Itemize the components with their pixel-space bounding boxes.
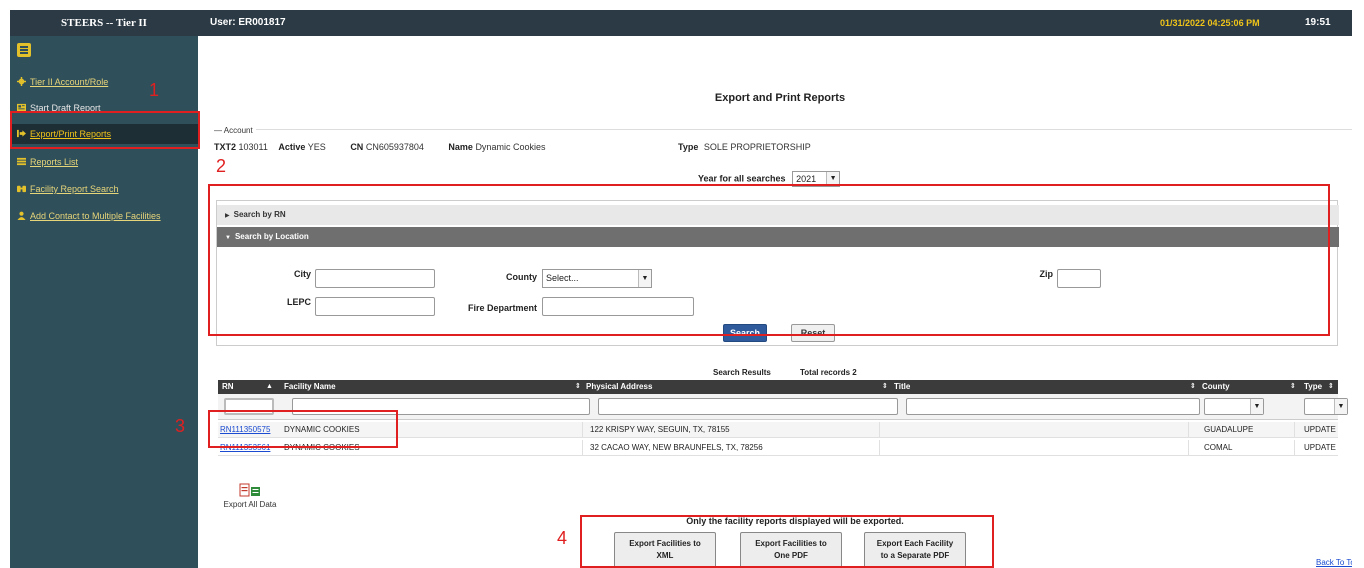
grid-header: RN ▲ Facility Name ⇕ Physical Address ⇕ … — [218, 380, 1338, 394]
annotation-number-3: 3 — [175, 416, 186, 436]
title-filter-input[interactable] — [906, 398, 1200, 415]
sidebar-item-label: Tier II Account/Role — [30, 77, 109, 87]
name-label: Name — [448, 142, 473, 152]
export-all-data-button[interactable]: Export All Data — [220, 483, 280, 509]
col-title[interactable]: Title — [894, 380, 910, 394]
sidebar-item-label: Reports List — [30, 157, 79, 167]
sort-icon[interactable]: ⇕ — [1328, 380, 1334, 394]
sidebar-item-facility-search[interactable]: Facility Report Search — [10, 179, 198, 199]
physical-address: 122 KRISPY WAY, SEGUIN, TX, 78155 — [590, 425, 730, 434]
binoculars-icon — [17, 185, 26, 193]
col-facility-name[interactable]: Facility Name — [284, 380, 336, 394]
chevron-down-icon: ▼ — [1250, 399, 1263, 414]
address-filter-input[interactable] — [598, 398, 898, 415]
current-user: User: ER001817 — [210, 17, 286, 28]
type: UPDATE — [1304, 425, 1336, 434]
county: GUADALUPE — [1204, 425, 1254, 434]
active-label: Active — [278, 142, 306, 152]
account-divider — [214, 129, 1352, 130]
physical-address: 32 CACAO WAY, NEW BRAUNFELS, TX, 78256 — [590, 443, 763, 452]
cn-label: CN — [350, 142, 364, 152]
session-timer: 19:51 — [1305, 17, 1331, 28]
cn-value: CN605937804 — [365, 142, 424, 152]
app-title: STEERS -- Tier II — [61, 17, 147, 29]
export-data-icon — [239, 483, 260, 497]
list-icon — [17, 157, 26, 166]
account-type: Type SOLE PROPRIETORSHIP — [678, 142, 811, 152]
sidebar-item-label: Facility Report Search — [30, 184, 119, 194]
account-legend-text: Account — [223, 126, 253, 135]
session-datetime: 01/31/2022 04:25:06 PM — [1160, 18, 1260, 28]
col-rn[interactable]: RN — [222, 380, 234, 394]
col-physical-address[interactable]: Physical Address — [586, 380, 652, 394]
annotation-box-4 — [580, 515, 994, 568]
name-value: Dynamic Cookies — [475, 142, 546, 152]
sidebar-item-add-contact[interactable]: Add Contact to Multiple Facilities — [10, 206, 198, 226]
sort-icon[interactable]: ⇕ — [575, 380, 581, 394]
sidebar-item-label: Add Contact to Multiple Facilities — [30, 211, 161, 221]
county-filter-select[interactable]: ▼ — [1204, 398, 1264, 415]
sidebar-item-account-role[interactable]: Tier II Account/Role — [10, 72, 198, 92]
active-value: YES — [307, 142, 326, 152]
txt2-label: TXT2 — [214, 142, 237, 152]
annotation-number-2: 2 — [216, 156, 227, 176]
chevron-down-icon: ▼ — [1334, 399, 1347, 414]
sort-icon[interactable]: ⇕ — [1290, 380, 1296, 394]
app-frame: STEERS -- Tier II User: ER001817 01/31/2… — [10, 10, 1352, 568]
annotation-number-4: 4 — [557, 528, 568, 548]
back-to-top-link[interactable]: Back To Top — [1316, 558, 1352, 567]
account-legend: — Account — [214, 126, 256, 135]
annotation-box-2 — [208, 184, 1330, 336]
top-bar: STEERS -- Tier II User: ER001817 01/31/2… — [10, 10, 1352, 36]
results-title: Search Results — [713, 368, 771, 377]
export-all-label: Export All Data — [223, 500, 277, 509]
sort-asc-icon[interactable]: ▲ — [266, 380, 273, 394]
annotation-box-1 — [10, 111, 200, 149]
type-filter-select[interactable]: ▼ — [1304, 398, 1348, 415]
type-value: SOLE PROPRIETORSHIP — [703, 142, 811, 152]
account-info: TXT2 103011 Active YES CN CN605937804 Na… — [214, 142, 553, 152]
annotation-number-1: 1 — [149, 80, 160, 100]
txt2-value: 103011 — [238, 142, 268, 152]
hamburger-menu-icon[interactable] — [17, 43, 31, 57]
sort-icon[interactable]: ⇕ — [882, 380, 888, 394]
col-type[interactable]: Type — [1304, 380, 1322, 394]
user-icon — [17, 211, 26, 220]
type-label: Type — [678, 142, 699, 152]
county: COMAL — [1204, 443, 1233, 452]
type: UPDATE — [1304, 443, 1336, 452]
gear-icon — [17, 77, 26, 86]
sort-icon[interactable]: ⇕ — [1190, 380, 1196, 394]
col-county[interactable]: County — [1202, 380, 1230, 394]
annotation-box-3 — [208, 410, 398, 448]
year-value: 2021 — [796, 174, 817, 184]
year-label: Year for all searches — [698, 173, 786, 184]
page-title: Export and Print Reports — [714, 92, 846, 104]
results-total: Total records 2 — [800, 368, 857, 377]
sidebar-item-reports-list[interactable]: Reports List — [10, 152, 198, 172]
